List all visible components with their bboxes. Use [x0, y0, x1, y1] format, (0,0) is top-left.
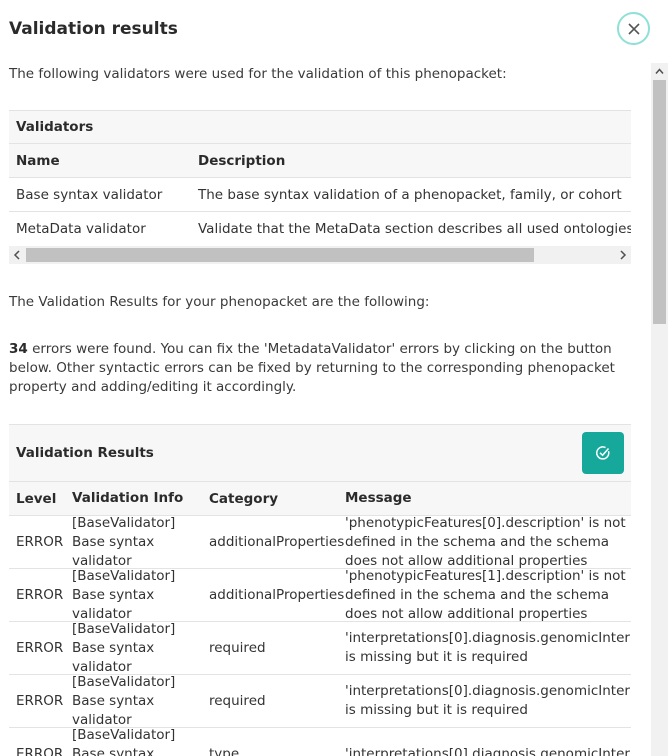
scroll-right-icon[interactable] — [619, 250, 627, 260]
table-row: ERROR [BaseValidator] Base syntax valida… — [9, 675, 631, 728]
validation-info-cell: [BaseValidator] Base syntax validator — [72, 622, 176, 675]
column-header-category: Category — [209, 490, 279, 507]
scroll-up-icon[interactable] — [655, 67, 664, 76]
validator-name: MetaData validator — [16, 221, 146, 237]
results-heading: Validation Results — [16, 445, 154, 461]
level-cell: ERROR — [16, 746, 64, 756]
scrollbar-thumb[interactable] — [26, 248, 534, 262]
column-header-level: Level — [16, 490, 57, 507]
category-cell: required — [209, 640, 266, 656]
error-count: 34 — [9, 341, 28, 357]
validators-table: Validators Name Description Base syntax … — [9, 110, 631, 264]
level-cell: ERROR — [16, 640, 64, 656]
results-header-row: Level Validation Info Category Message — [9, 482, 631, 516]
validation-info-cell: [BaseValidator] Base syntax validator — [72, 516, 176, 569]
horizontal-scrollbar[interactable] — [9, 246, 631, 264]
table-row: ERROR [BaseValidator] Base syntax valida… — [9, 728, 631, 756]
validator-description: The base syntax validation of a phenopac… — [198, 186, 622, 203]
validation-results-table: Validation Results Level Validation Info… — [9, 424, 631, 756]
scrollbar-thumb[interactable] — [653, 80, 666, 324]
level-cell: ERROR — [16, 587, 64, 603]
message-cell: 'phenotypicFeatures[1].description' is n… — [345, 569, 626, 622]
column-header-validation-info: Validation Info — [72, 490, 184, 506]
validation-info-cell: [BaseValidator] Base syntax validator — [72, 728, 176, 756]
close-button[interactable] — [617, 12, 650, 45]
table-row: Base syntax validator The base syntax va… — [9, 178, 631, 212]
validation-info-cell: [BaseValidator] Base syntax validator — [72, 675, 176, 728]
error-summary: 34 errors were found. You can fix the 'M… — [9, 340, 629, 397]
category-cell: additionalProperties — [209, 534, 345, 550]
category-cell: additionalProperties — [209, 587, 345, 603]
column-header-description: Description — [198, 152, 286, 169]
results-card-header: Validation Results — [9, 425, 631, 482]
message-cell: 'interpretations[0].diagnosis.genomicInt… — [345, 683, 631, 718]
validation-info-cell: [BaseValidator] Base syntax validator — [72, 569, 176, 622]
fix-metadata-button[interactable] — [582, 432, 624, 474]
dialog-content[interactable]: The following validators were used for t… — [0, 63, 650, 756]
validators-heading: Validators — [9, 111, 631, 144]
error-summary-text: errors were found. You can fix the 'Meta… — [9, 341, 615, 395]
validators-header-row: Name Description — [9, 144, 631, 178]
dialog-title: Validation results — [9, 19, 178, 39]
level-cell: ERROR — [16, 693, 64, 709]
vertical-scrollbar[interactable] — [651, 63, 668, 756]
validator-description: Validate that the MetaData section descr… — [198, 221, 631, 237]
column-header-message: Message — [345, 490, 412, 506]
table-row: ERROR [BaseValidator] Base syntax valida… — [9, 516, 631, 569]
table-row: ERROR [BaseValidator] Base syntax valida… — [9, 622, 631, 675]
validator-name: Base syntax validator — [16, 186, 163, 203]
column-header-name: Name — [16, 152, 60, 169]
scroll-left-icon[interactable] — [13, 250, 21, 260]
level-cell: ERROR — [16, 534, 64, 550]
results-intro: The Validation Results for your phenopac… — [9, 294, 430, 310]
close-icon — [627, 22, 640, 35]
message-cell: 'interpretations[0].diagnosis.genomicInt… — [345, 745, 631, 756]
intro-text: The following validators were used for t… — [9, 66, 507, 82]
table-row: ERROR [BaseValidator] Base syntax valida… — [9, 569, 631, 622]
check-circle-icon — [596, 446, 610, 460]
table-row: MetaData validator Validate that the Met… — [9, 212, 631, 246]
category-cell: type — [209, 746, 240, 756]
message-cell: 'interpretations[0].diagnosis.genomicInt… — [345, 630, 631, 665]
category-cell: required — [209, 693, 266, 709]
message-cell: 'phenotypicFeatures[0].description' is n… — [345, 516, 626, 569]
